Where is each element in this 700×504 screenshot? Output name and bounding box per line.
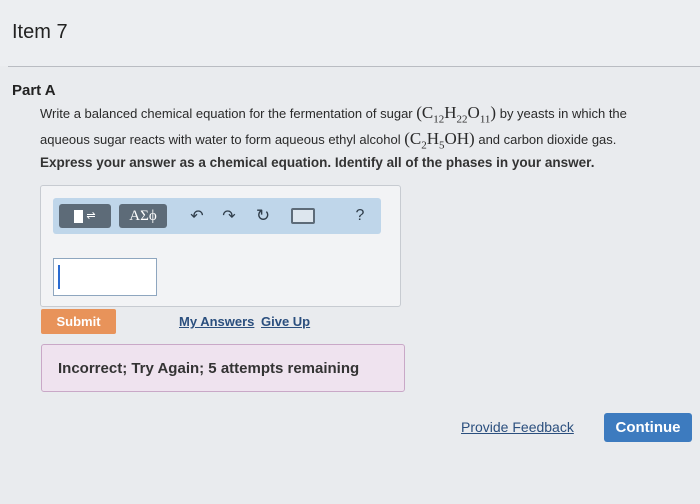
item-title: Item 7 [12,21,68,43]
question-line2-start: aqueous sugar reacts with water to form … [40,132,401,148]
provide-feedback-link[interactable]: Provide Feedback [461,419,574,435]
arrows-icon: ⇌ [86,210,96,222]
question-line1-end: by yeasts in which the [499,106,627,121]
answer-panel: ⇌ ΑΣϕ ↶ ↷ ↻ ? [40,185,401,307]
part-label: Part A [12,82,56,99]
text-caret [58,265,60,289]
templates-button[interactable]: ⇌ [59,204,111,228]
sugar-formula: (C12H22O11) [416,103,497,126]
reset-icon[interactable]: ↻ [253,204,273,228]
keyboard-icon [291,208,315,224]
greek-symbols-button[interactable]: ΑΣϕ [119,204,167,228]
question-line2-end: and carbon dioxide gas. [478,132,617,148]
question-text: Write a balanced chemical equation for t… [40,103,690,156]
templates-icon [74,209,84,223]
instruction-text: Express your answer as a chemical equati… [40,155,595,170]
header-divider [8,66,700,67]
feedback-box: Incorrect; Try Again; 5 attempts remaini… [41,344,405,392]
feedback-message: Incorrect; Try Again; 5 attempts remaini… [58,360,360,377]
question-line1-start: Write a balanced chemical equation for t… [40,106,413,121]
answer-input[interactable] [53,258,157,296]
alcohol-formula: (C2H5OH) [404,129,475,152]
give-up-link[interactable]: Give Up [261,314,310,329]
redo-icon[interactable]: ↷ [219,204,239,228]
keyboard-button[interactable] [289,204,317,228]
undo-icon[interactable]: ↶ [187,204,207,228]
item-header: Item 7 [0,0,700,66]
submit-button[interactable]: Submit [41,309,116,334]
my-answers-link[interactable]: My Answers [179,314,254,329]
help-button[interactable]: ? [351,204,369,228]
continue-button[interactable]: Continue [604,413,692,442]
equation-toolbar: ⇌ ΑΣϕ ↶ ↷ ↻ ? [53,198,381,234]
